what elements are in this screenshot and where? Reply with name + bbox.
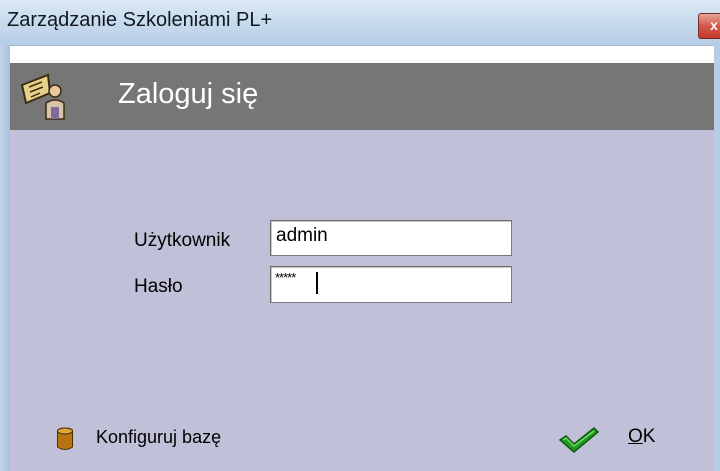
password-mask: ***** (275, 270, 296, 285)
configure-db-label: Konfiguruj bazę (96, 427, 222, 447)
username-value: admin (276, 225, 328, 246)
login-window: Zarządzanie Szkoleniami PL+ x Zaloguj si… (0, 0, 720, 471)
login-user-icon (20, 73, 65, 120)
password-field[interactable]: ***** (270, 266, 512, 303)
checkmark-icon (558, 426, 600, 453)
window-frame-right (714, 45, 720, 471)
action-bar: Konfiguruj bazę OK (10, 402, 714, 471)
username-label: Użytkownik (134, 230, 231, 251)
window-frame-left (0, 45, 10, 471)
page-title: Zaloguj się (118, 78, 259, 110)
close-icon: x (710, 17, 718, 33)
password-label: Hasło (134, 276, 183, 297)
ok-label: OK (628, 426, 656, 447)
title-bar[interactable]: Zarządzanie Szkoleniami PL+ x (0, 0, 720, 46)
text-caret (316, 272, 318, 294)
ok-label-mnemonic: O (628, 426, 643, 447)
username-field[interactable]: admin (270, 220, 512, 256)
window-title: Zarządzanie Szkoleniami PL+ (7, 9, 273, 31)
close-button[interactable]: x (698, 13, 720, 39)
database-icon (57, 427, 73, 450)
login-header: Zaloguj się (10, 63, 714, 130)
